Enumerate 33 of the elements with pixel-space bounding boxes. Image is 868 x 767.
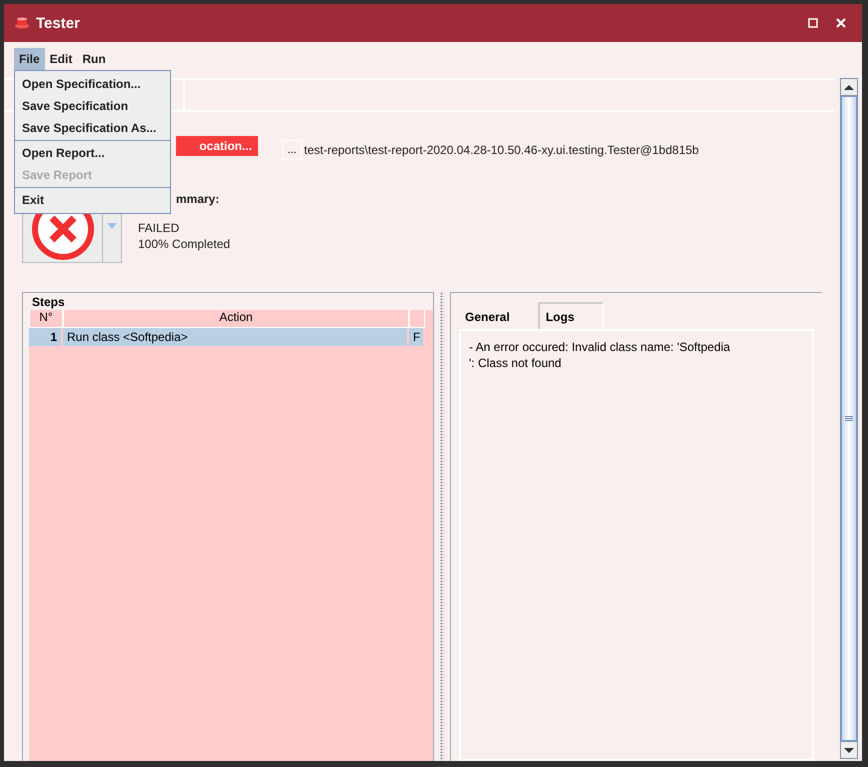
maximize-icon[interactable]	[808, 18, 818, 28]
log-line: - An error occured: Invalid class name: 'Softpedia	[469, 339, 732, 355]
scrollbar[interactable]	[840, 78, 858, 759]
grip-icon	[845, 416, 853, 421]
menu-item[interactable]: Run	[77, 48, 111, 70]
menu-entry[interactable]: Save Specification	[15, 95, 170, 117]
down-arrow-icon[interactable]	[844, 748, 854, 752]
menu-entry[interactable]: Open Specification...	[15, 73, 170, 95]
column-header[interactable]: Action	[63, 310, 409, 328]
table-cell: Run class <Softpedia>	[63, 328, 407, 346]
browse-button[interactable]: ...	[282, 140, 302, 160]
panel-title: Steps	[31, 294, 66, 310]
column-header[interactable]: N°	[29, 310, 63, 328]
up-arrow-icon[interactable]	[844, 84, 854, 90]
tab[interactable]: Logs	[538, 302, 604, 329]
tab[interactable]: General	[459, 304, 538, 329]
result-text: FAILED	[138, 220, 180, 236]
summary-label: mmary:	[176, 192, 220, 206]
table-cell: F	[409, 328, 423, 346]
menu-entry[interactable]: Save Specification As...	[15, 117, 170, 139]
cup-icon	[14, 17, 30, 29]
report-path: test-reports\test-report-2020.04.28-10.50.46-xy.ui.testing.Tester@1bd815b	[304, 143, 699, 157]
menu-entry[interactable]: Open Report...	[15, 142, 170, 164]
location-button[interactable]: ocation...	[176, 136, 258, 156]
close-icon[interactable]	[836, 18, 846, 28]
progress-text: 100% Completed	[138, 236, 230, 252]
menu-entry[interactable]: Exit	[15, 189, 170, 211]
log-line: ': Class not found	[469, 355, 562, 371]
menu-item[interactable]: File	[14, 48, 45, 70]
window-title: Tester	[36, 14, 81, 32]
caret-icon	[107, 223, 117, 229]
table-cell: 1	[29, 328, 61, 346]
menu-item[interactable]: Edit	[44, 48, 78, 70]
